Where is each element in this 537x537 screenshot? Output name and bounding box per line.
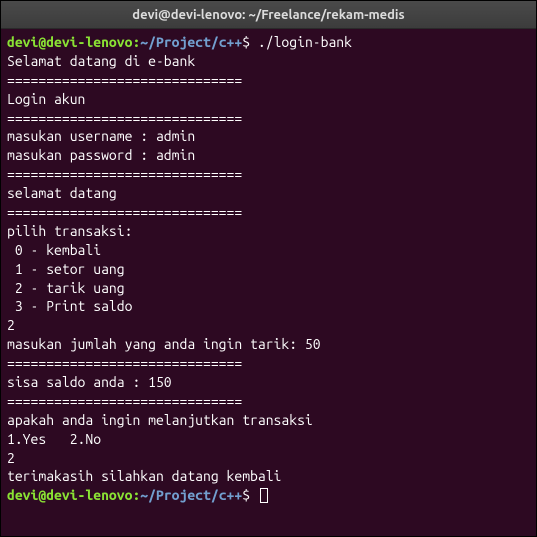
command-text: ./login-bank xyxy=(258,34,352,50)
output-line: ============================== xyxy=(7,355,242,371)
output-line: masukan jumlah yang anda ingin tarik: 50 xyxy=(7,336,321,352)
output-line: 2 - tarik uang xyxy=(7,280,125,296)
output-line: ============================== xyxy=(7,204,242,220)
cursor-icon xyxy=(260,488,268,503)
window-title: devi@devi-lenovo: ~/Freelance/rekam-medi… xyxy=(132,8,404,22)
prompt-dollar: $ xyxy=(242,487,250,503)
output-line: pilih transaksi: xyxy=(7,223,132,239)
output-line: apakah anda ingin melanjutkan transaksi xyxy=(7,412,313,428)
prompt-path: ~/Project/c++ xyxy=(140,34,242,50)
output-line: Login akun xyxy=(7,91,85,107)
output-line: ============================== xyxy=(7,393,242,409)
output-line: ============================== xyxy=(7,166,242,182)
output-line: masukan username : admin xyxy=(7,128,195,144)
output-line: ============================== xyxy=(7,72,242,88)
prompt-userhost: devi@devi-lenovo xyxy=(7,34,132,50)
terminal-window: devi@devi-lenovo: ~/Freelance/rekam-medi… xyxy=(0,0,537,537)
output-line: terimakasih silahkan datang kembali xyxy=(7,468,281,484)
output-line: selamat datang xyxy=(7,185,117,201)
terminal-body[interactable]: devi@devi-lenovo:~/Project/c++$ ./login-… xyxy=(1,29,536,536)
prompt-path: ~/Project/c++ xyxy=(140,487,242,503)
prompt-dollar: $ xyxy=(242,34,250,50)
output-line: sisa saldo anda : 150 xyxy=(7,374,172,390)
output-line: 3 - Print saldo xyxy=(7,298,132,314)
output-line: masukan password : admin xyxy=(7,147,195,163)
output-line: 1.Yes 2.No xyxy=(7,431,101,447)
output-line: 2 xyxy=(7,450,15,466)
titlebar[interactable]: devi@devi-lenovo: ~/Freelance/rekam-medi… xyxy=(1,1,536,29)
output-line: Selamat datang di e-bank xyxy=(7,53,195,69)
prompt-userhost: devi@devi-lenovo xyxy=(7,487,132,503)
output-line: ============================== xyxy=(7,110,242,126)
output-line: 0 - kembali xyxy=(7,242,101,258)
output-line: 1 - setor uang xyxy=(7,261,125,277)
output-line: 2 xyxy=(7,317,15,333)
